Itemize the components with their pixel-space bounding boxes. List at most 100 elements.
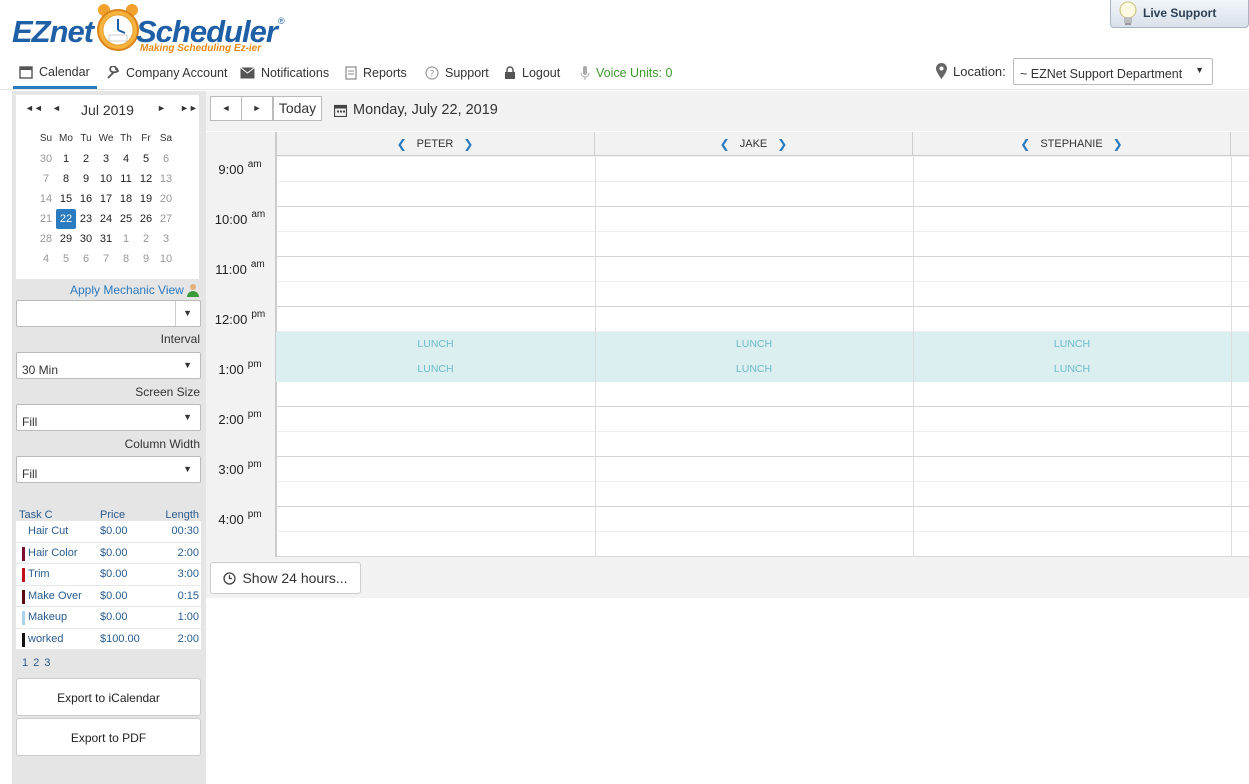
task-row[interactable]: Trim $0.00 3:00 xyxy=(16,564,201,586)
mini-calendar-day[interactable]: 10 xyxy=(156,249,176,269)
mini-calendar-day[interactable]: 25 xyxy=(116,209,136,229)
time-slot[interactable] xyxy=(276,482,1249,507)
next-year-icon[interactable]: ►► xyxy=(180,103,198,113)
export-pdf-button[interactable]: Export to PDF xyxy=(16,718,201,756)
mini-calendar-day[interactable]: 30 xyxy=(76,229,96,249)
time-slot[interactable] xyxy=(276,257,1249,282)
next-month-icon[interactable]: ► xyxy=(157,103,166,113)
page-link-1[interactable]: 1 xyxy=(22,657,28,669)
mini-calendar-day[interactable]: 2 xyxy=(136,229,156,249)
page-link-3[interactable]: 3 xyxy=(44,657,50,669)
eznet-scheduler-logo[interactable]: EZnet Scheduler ® Making Scheduling Ez-i… xyxy=(12,0,292,58)
task-row[interactable]: Hair Color $0.00 2:00 xyxy=(16,542,201,564)
nav-support[interactable]: ? Support xyxy=(425,58,489,88)
mini-calendar-day[interactable]: 19 xyxy=(136,189,156,209)
time-slot[interactable] xyxy=(276,282,1249,307)
mini-calendar-day[interactable]: 10 xyxy=(96,169,116,189)
mini-calendar-day[interactable]: 4 xyxy=(116,149,136,169)
mini-calendar-day[interactable]: 3 xyxy=(96,149,116,169)
mini-calendar-day[interactable]: 29 xyxy=(56,229,76,249)
mini-calendar-day[interactable]: 17 xyxy=(96,189,116,209)
task-row[interactable]: Makeup $0.00 1:00 xyxy=(16,607,201,629)
nav-company-account[interactable]: Company Account xyxy=(106,58,227,88)
mini-calendar-day[interactable]: 6 xyxy=(156,149,176,169)
price-column-header[interactable]: Price xyxy=(100,509,155,521)
lunch-block[interactable]: LUNCH xyxy=(913,332,1231,357)
mini-calendar-day[interactable]: 28 xyxy=(36,229,56,249)
length-column-header[interactable]: Length xyxy=(155,509,201,521)
lunch-block[interactable]: LUNCH xyxy=(595,357,913,382)
chevron-left-icon[interactable]: ❮ xyxy=(1020,137,1030,151)
mini-calendar-day[interactable]: 1 xyxy=(56,149,76,169)
today-button[interactable]: Today xyxy=(273,96,322,121)
chevron-left-icon[interactable]: ❮ xyxy=(397,137,407,151)
lunch-block[interactable]: LUNCH xyxy=(276,332,595,357)
task-column-header[interactable]: Task C xyxy=(16,509,100,521)
mini-calendar-day[interactable]: 9 xyxy=(76,169,96,189)
screen-size-select[interactable]: Fill ▼ xyxy=(16,404,201,431)
mini-calendar-day[interactable]: 8 xyxy=(56,169,76,189)
show-24-hours-button[interactable]: Show 24 hours... xyxy=(210,562,361,594)
time-slot[interactable] xyxy=(276,182,1249,207)
time-slot[interactable] xyxy=(276,307,1249,332)
time-slot[interactable] xyxy=(276,507,1249,532)
mechanic-select[interactable]: ▼ xyxy=(16,300,201,327)
mini-calendar-day[interactable]: 14 xyxy=(36,189,56,209)
mini-calendar-day[interactable]: 30 xyxy=(36,149,56,169)
mini-calendar-day[interactable]: 5 xyxy=(136,149,156,169)
mini-calendar-day[interactable]: 7 xyxy=(36,169,56,189)
mini-calendar-day[interactable]: 9 xyxy=(136,249,156,269)
time-slot[interactable] xyxy=(276,532,1249,557)
mini-calendar-day[interactable]: 15 xyxy=(56,189,76,209)
time-slot[interactable] xyxy=(276,407,1249,432)
time-slot[interactable] xyxy=(276,382,1249,407)
mini-calendar-day[interactable]: 24 xyxy=(96,209,116,229)
chevron-right-icon[interactable]: ❯ xyxy=(777,137,787,151)
current-date-picker[interactable]: Monday, July 22, 2019 xyxy=(334,102,498,118)
task-row[interactable]: Hair Cut $0.00 00:30 xyxy=(16,521,201,543)
mini-calendar-day[interactable]: 18 xyxy=(116,189,136,209)
nav-logout[interactable]: Logout xyxy=(504,58,560,88)
mini-calendar-day[interactable]: 5 xyxy=(56,249,76,269)
nav-reports[interactable]: Reports xyxy=(345,58,407,88)
mini-calendar-day[interactable]: 6 xyxy=(76,249,96,269)
mini-calendar-day[interactable]: 13 xyxy=(156,169,176,189)
mini-calendar-day[interactable]: 4 xyxy=(36,249,56,269)
column-width-select[interactable]: Fill ▼ xyxy=(16,456,201,483)
mini-calendar-day[interactable]: 21 xyxy=(36,209,56,229)
time-slot[interactable] xyxy=(276,432,1249,457)
chevron-right-icon[interactable]: ❯ xyxy=(463,137,473,151)
location-select[interactable]: ~ EZNet Support Department ▼ xyxy=(1013,58,1213,85)
live-support-button[interactable]: Live Support xyxy=(1110,0,1249,28)
mini-calendar-day[interactable]: 8 xyxy=(116,249,136,269)
export-icalendar-button[interactable]: Export to iCalendar xyxy=(16,678,201,716)
time-slot[interactable] xyxy=(276,232,1249,257)
interval-select[interactable]: 30 Min ▼ xyxy=(16,352,201,379)
task-row[interactable]: Make Over $0.00 0:15 xyxy=(16,585,201,607)
mini-calendar-day[interactable]: 12 xyxy=(136,169,156,189)
mini-calendar-day[interactable]: 20 xyxy=(156,189,176,209)
time-slot[interactable] xyxy=(276,457,1249,482)
chevron-right-icon[interactable]: ❯ xyxy=(1113,137,1123,151)
page-link-2[interactable]: 2 xyxy=(33,657,39,669)
mini-calendar-day[interactable]: 31 xyxy=(96,229,116,249)
lunch-block[interactable]: LUNCH xyxy=(276,357,595,382)
next-day-button[interactable]: ► xyxy=(241,96,273,121)
mini-calendar-day[interactable]: 27 xyxy=(156,209,176,229)
mini-calendar-day[interactable]: 3 xyxy=(156,229,176,249)
task-row[interactable]: worked $100.00 2:00 xyxy=(16,628,201,650)
chevron-left-icon[interactable]: ❮ xyxy=(720,137,730,151)
mini-calendar-day[interactable]: 23 xyxy=(76,209,96,229)
lunch-block[interactable]: LUNCH xyxy=(913,357,1231,382)
nav-calendar[interactable]: Calendar xyxy=(13,58,97,89)
mini-calendar-day[interactable]: 1 xyxy=(116,229,136,249)
apply-mechanic-view-link[interactable]: Apply Mechanic View xyxy=(70,283,200,297)
time-slot[interactable] xyxy=(276,207,1249,232)
prev-day-button[interactable]: ◄ xyxy=(210,96,242,121)
mini-calendar-day[interactable]: 16 xyxy=(76,189,96,209)
time-slot[interactable] xyxy=(276,157,1249,182)
mini-calendar-day-selected[interactable]: 22 xyxy=(56,209,76,229)
mini-calendar-day[interactable]: 7 xyxy=(96,249,116,269)
mini-calendar-day[interactable]: 26 xyxy=(136,209,156,229)
mini-calendar-day[interactable]: 2 xyxy=(76,149,96,169)
